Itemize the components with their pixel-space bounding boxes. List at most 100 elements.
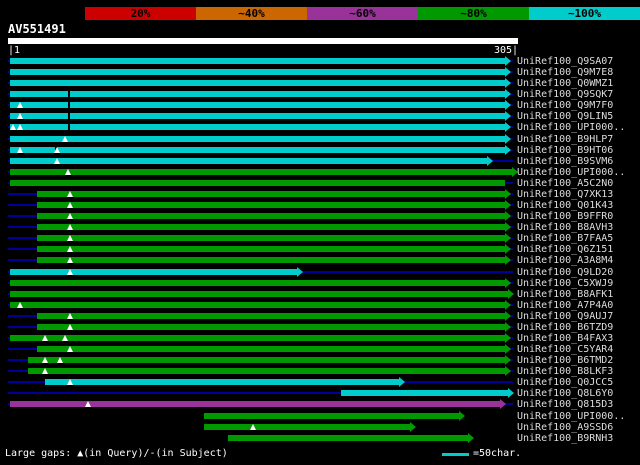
hit-label[interactable]: UniRef100_Q9SA07 <box>517 56 613 67</box>
hit-label[interactable]: UniRef100_Q815D3 <box>517 399 613 410</box>
alignment-bar[interactable] <box>10 136 505 142</box>
query-gap-marker <box>65 169 71 175</box>
alignment-bar[interactable] <box>37 346 505 352</box>
hit-label[interactable]: UniRef100_Q9M7F0 <box>517 100 613 111</box>
alignment-row: UniRef100_Q6Z151 <box>0 244 640 255</box>
alignment-bar[interactable] <box>45 379 399 385</box>
hit-label[interactable]: UniRef100_Q7XK13 <box>517 189 613 200</box>
hit-label[interactable]: UniRef100_A5C2N0 <box>517 178 613 189</box>
alignment-bar[interactable] <box>10 180 505 186</box>
alignment-bar[interactable] <box>37 257 505 263</box>
scalebar-label: =50char. <box>473 448 522 459</box>
alignment-row: UniRef100_Q9LIN5 <box>0 111 640 122</box>
query-gap-marker <box>67 235 73 241</box>
scalebar-line-icon <box>442 453 469 456</box>
hit-label[interactable]: UniRef100_C5XWJ9 <box>517 278 613 289</box>
hit-label[interactable]: UniRef100_B9FFR0 <box>517 211 613 222</box>
alignment-bar[interactable] <box>37 235 505 241</box>
query-gap-marker <box>17 147 23 153</box>
alignment-bar[interactable] <box>37 202 505 208</box>
hit-label[interactable]: UniRef100_A7P4A0 <box>517 300 613 311</box>
alignment-bar[interactable] <box>341 390 508 396</box>
alignment-bar[interactable] <box>28 357 505 363</box>
alignment-bar[interactable] <box>10 169 512 175</box>
hit-label[interactable]: UniRef100_B8AFK1 <box>517 289 613 300</box>
hit-label[interactable]: UniRef100_B6TZD9 <box>517 322 613 333</box>
alignment-bar[interactable] <box>37 324 505 330</box>
alignment-bar[interactable] <box>10 80 505 86</box>
query-gap-marker <box>62 136 68 142</box>
alignment-bar[interactable] <box>10 291 508 297</box>
alignment-row: UniRef100_A5C2N0 <box>0 178 640 189</box>
alignment-bar[interactable] <box>204 424 410 430</box>
hit-label[interactable]: UniRef100_Q0WMZ1 <box>517 78 613 89</box>
arrow-right-icon <box>505 300 511 310</box>
hit-label[interactable]: UniRef100_C5YAR4 <box>517 344 613 355</box>
hit-label[interactable]: UniRef100_B7FAA5 <box>517 233 613 244</box>
alignment-bar[interactable] <box>10 269 297 275</box>
alignment-row: UniRef100_A9SSD6 <box>0 422 640 433</box>
hit-label[interactable]: UniRef100_B9SVM6 <box>517 156 613 167</box>
alignment-bar[interactable] <box>10 302 505 308</box>
hit-label[interactable]: UniRef100_UPI000.. <box>517 167 625 178</box>
hit-label[interactable]: UniRef100_Q6Z151 <box>517 244 613 255</box>
alignment-bar[interactable] <box>28 368 505 374</box>
arrow-right-icon <box>505 211 511 221</box>
hit-label[interactable]: UniRef100_Q0JCC5 <box>517 377 613 388</box>
alignment-bar[interactable] <box>37 246 505 252</box>
hit-label[interactable]: UniRef100_Q8L6Y0 <box>517 388 613 399</box>
arrow-right-icon <box>505 255 511 265</box>
subject-gap-marker <box>68 91 70 97</box>
alignment-row: UniRef100_Q9M7F0 <box>0 100 640 111</box>
arrow-right-icon <box>505 111 511 121</box>
hit-label[interactable]: UniRef100_Q9SQK7 <box>517 89 613 100</box>
alignment-bar[interactable] <box>10 158 487 164</box>
hit-label[interactable]: UniRef100_A9SSD6 <box>517 422 613 433</box>
hit-label[interactable]: UniRef100_Q9LIN5 <box>517 111 613 122</box>
hit-label[interactable]: UniRef100_Q01K43 <box>517 200 613 211</box>
hit-label[interactable]: UniRef100_B8AVH3 <box>517 222 613 233</box>
hit-label[interactable]: UniRef100_B4FAX3 <box>517 333 613 344</box>
query-gap-marker <box>62 335 68 341</box>
arrow-right-icon <box>505 233 511 243</box>
arrow-right-icon <box>459 411 465 421</box>
query-gap-marker <box>54 158 60 164</box>
hit-label[interactable]: UniRef100_Q9LD20 <box>517 267 613 278</box>
alignment-bar[interactable] <box>10 58 505 64</box>
hit-label[interactable]: UniRef100_B9HLP7 <box>517 134 613 145</box>
query-gap-marker <box>85 401 91 407</box>
alignment-bar[interactable] <box>204 413 459 419</box>
hit-label[interactable]: UniRef100_B9HT06 <box>517 145 613 156</box>
alignment-bar[interactable] <box>10 147 505 153</box>
alignment-bar[interactable] <box>37 224 505 230</box>
hit-label[interactable]: UniRef100_UPI000.. <box>517 122 625 133</box>
hit-label[interactable]: UniRef100_A3A8M4 <box>517 255 613 266</box>
alignment-row: UniRef100_C5XWJ9 <box>0 278 640 289</box>
arrow-right-icon <box>508 388 514 398</box>
query-gap-marker <box>67 269 73 275</box>
hit-label[interactable]: UniRef100_Q9AUJ7 <box>517 311 613 322</box>
alignment-bar[interactable] <box>10 124 505 130</box>
arrow-right-icon <box>399 377 405 387</box>
alignment-bar[interactable] <box>10 113 505 119</box>
alignment-row: UniRef100_A7P4A0 <box>0 300 640 311</box>
hit-label[interactable]: UniRef100_UPI000.. <box>517 411 625 422</box>
alignment-bar[interactable] <box>37 213 505 219</box>
alignment-bar[interactable] <box>10 280 505 286</box>
alignment-bar[interactable] <box>37 191 505 197</box>
alignment-bar[interactable] <box>10 102 505 108</box>
alignment-bar[interactable] <box>10 401 500 407</box>
arrow-right-icon <box>505 311 511 321</box>
alignment-bar[interactable] <box>37 313 505 319</box>
alignment-bar[interactable] <box>228 435 468 441</box>
hit-label[interactable]: UniRef100_Q9M7E8 <box>517 67 613 78</box>
query-gap-marker <box>250 424 256 430</box>
alignment-bar[interactable] <box>10 335 505 341</box>
alignment-row: UniRef100_B8AFK1 <box>0 289 640 300</box>
hit-label[interactable]: UniRef100_B6TMD2 <box>517 355 613 366</box>
alignment-bar[interactable] <box>10 91 505 97</box>
query-gap-marker <box>67 257 73 263</box>
hit-label[interactable]: UniRef100_B9RNH3 <box>517 433 613 444</box>
alignment-bar[interactable] <box>10 69 505 75</box>
hit-label[interactable]: UniRef100_B8LKF3 <box>517 366 613 377</box>
